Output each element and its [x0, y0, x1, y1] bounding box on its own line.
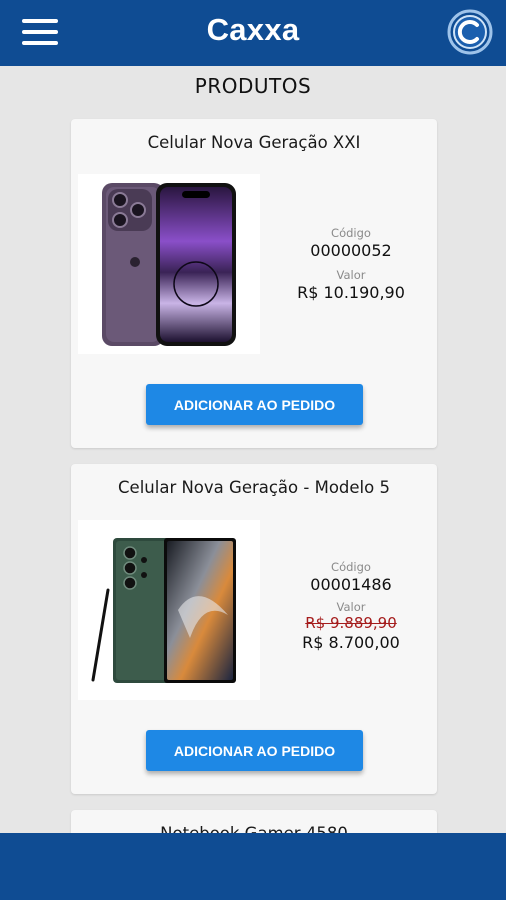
product-card: Celular Nova Geração - Modelo 5 Código 0…: [71, 464, 437, 794]
add-to-order-button[interactable]: ADICIONAR AO PEDIDO: [146, 384, 363, 425]
app-title: Caxxa: [206, 12, 300, 47]
code-label: Código: [331, 226, 371, 240]
page-title: PRODUTOS: [194, 74, 312, 98]
code-label: Código: [331, 560, 371, 574]
app-bar: Caxxa: [0, 0, 506, 66]
product-code: 00001486: [310, 575, 392, 594]
product-price: R$ 10.190,90: [297, 283, 405, 302]
product-info: Código 00000052 Valor R$ 10.190,90: [281, 226, 421, 302]
product-price: R$ 8.700,00: [302, 633, 400, 652]
price-label: Valor: [336, 600, 366, 614]
old-price: R$ 9.889,90: [305, 614, 397, 632]
caxxa-logo-icon[interactable]: [446, 8, 494, 56]
price-label: Valor: [336, 268, 366, 282]
product-card: Celular Nova Geração XXI Código 00000052…: [71, 119, 437, 448]
product-code: 00000052: [310, 241, 392, 260]
add-to-order-button[interactable]: ADICIONAR AO PEDIDO: [146, 730, 363, 771]
product-image[interactable]: [78, 174, 260, 354]
product-name: Celular Nova Geração XXI: [147, 133, 361, 152]
product-name: Celular Nova Geração - Modelo 5: [118, 478, 390, 497]
product-info: Código 00001486 Valor R$ 9.889,90 R$ 8.7…: [281, 560, 421, 652]
product-image[interactable]: [78, 520, 260, 700]
bottom-bar: [0, 833, 506, 900]
